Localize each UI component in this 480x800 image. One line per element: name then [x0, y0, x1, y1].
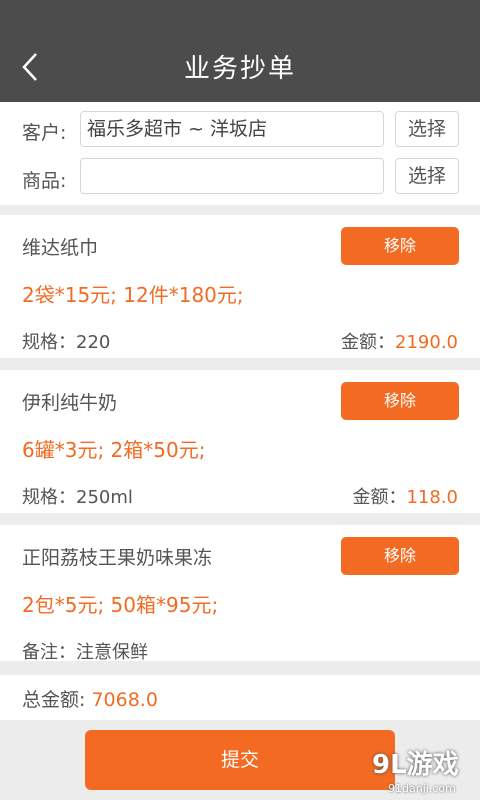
- select-customer-button[interactable]: 选择: [395, 111, 459, 147]
- select-product-button[interactable]: 选择: [395, 158, 459, 194]
- app-header: 业务抄单: [0, 0, 480, 102]
- list-item: 伊利纯牛奶 移除 6罐*3元; 2箱*50元; 规格：250ml 金额：118.…: [0, 370, 480, 513]
- spec-info: 规格：220: [22, 332, 111, 353]
- order-form: 客户: 福乐多超市 ~ 洋坂店 选择 商品: 选择: [0, 102, 480, 205]
- list-item: 维达纸巾 移除 2袋*15元; 12件*180元; 规格：220 金额：2190…: [0, 215, 480, 358]
- product-name: 维达纸巾: [22, 237, 99, 259]
- remove-button[interactable]: 移除: [341, 382, 459, 420]
- list-item: 正阳荔枝王果奶味果冻 移除 2包*5元; 50箱*95元; 备注：注意保鲜: [0, 525, 480, 663]
- page-title: 业务抄单: [183, 54, 296, 84]
- amount-info: 金额：118.0: [352, 487, 458, 508]
- remove-button[interactable]: 移除: [341, 537, 459, 575]
- product-name: 伊利纯牛奶: [22, 392, 118, 414]
- total-bar: 总金额: 7068.0: [0, 675, 480, 720]
- watermark-logo: 9L游戏: [372, 750, 459, 780]
- price-detail: 2袋*15元; 12件*180元;: [22, 283, 244, 307]
- watermark: 9L游戏 91danji.com: [372, 744, 480, 800]
- note-info: 备注：注意保鲜: [22, 642, 148, 663]
- submit-button[interactable]: 提交: [85, 730, 395, 790]
- customer-field[interactable]: 福乐多超市 ~ 洋坂店: [80, 111, 384, 147]
- spec-info: 规格：250ml: [22, 487, 133, 508]
- total-amount: 总金额: 7068.0: [22, 689, 158, 711]
- product-field[interactable]: [80, 158, 384, 194]
- remove-button[interactable]: 移除: [341, 227, 459, 265]
- price-detail: 2包*5元; 50箱*95元;: [22, 593, 219, 617]
- customer-label: 客户:: [22, 122, 67, 144]
- watermark-site: 91danji.com: [388, 782, 456, 795]
- product-name: 正阳荔枝王果奶味果冻: [22, 547, 213, 569]
- amount-info: 金额：2190.0: [341, 332, 458, 353]
- product-label: 商品:: [22, 170, 67, 192]
- price-detail: 6罐*3元; 2箱*50元;: [22, 438, 206, 462]
